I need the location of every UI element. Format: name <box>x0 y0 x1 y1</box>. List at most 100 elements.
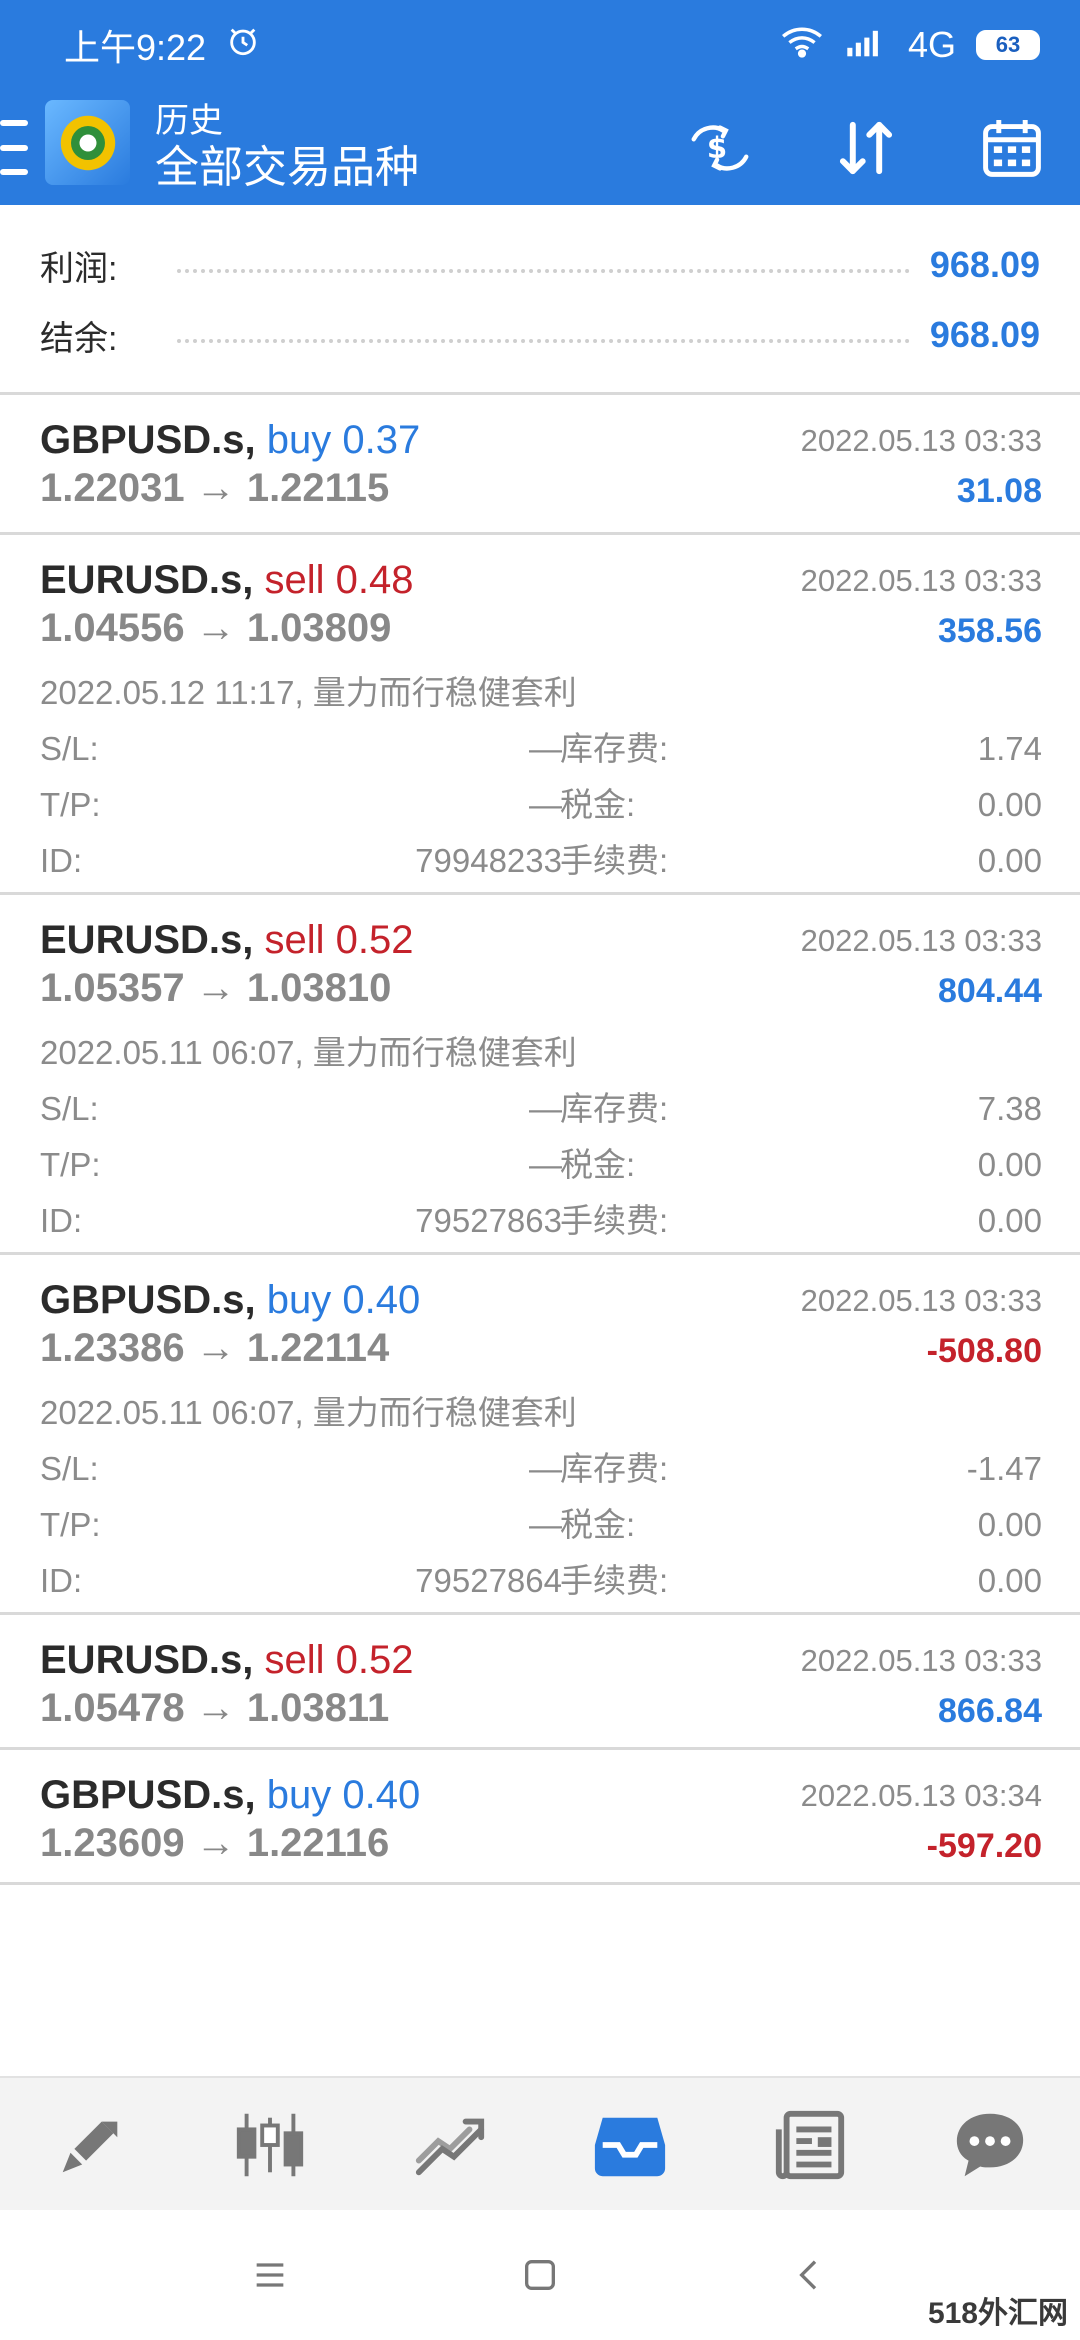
home-square-icon[interactable] <box>510 2245 570 2305</box>
trade-close-time: 2022.05.13 03:34 <box>800 1778 1042 1813</box>
trade-prices: 1.23386 → 1.22114 <box>40 1326 390 1370</box>
trade-volume: 0.40 <box>342 1278 421 1322</box>
battery-indicator: 63 <box>976 30 1040 60</box>
trade-side: buy <box>266 418 332 462</box>
tax-label: 税金: <box>560 786 636 823</box>
trade-symbol: GBPUSD.s, <box>40 418 256 462</box>
tp-value: — <box>529 1146 562 1183</box>
swap-label: 库存费: <box>560 730 669 767</box>
menu-lines-icon[interactable] <box>240 2245 300 2305</box>
trade-symbol: GBPUSD.s, <box>40 1278 256 1322</box>
trade-symbol: GBPUSD.s, <box>40 1773 256 1817</box>
trade-details: 2022.05.11 06:07, 量力而行稳健套利 S/L: — 库存费: -… <box>40 1385 1042 1609</box>
trade-close-time: 2022.05.13 03:33 <box>800 1643 1042 1678</box>
app-subtitle: 历史 <box>155 101 223 140</box>
app-title-block: 历史 全部交易品种 <box>155 90 419 205</box>
swap-label: 库存费: <box>560 1450 669 1487</box>
quotes-icon[interactable] <box>30 2095 150 2195</box>
trade-row-expanded[interactable]: EURUSD.s, sell 0.48 1.04556 → 1.03809 20… <box>0 535 1080 895</box>
trade-volume: 0.48 <box>335 558 414 602</box>
wifi-icon <box>780 24 824 67</box>
sl-label: S/L: <box>40 1450 99 1487</box>
profit-value: 968.09 <box>929 244 1040 285</box>
bottom-navigation <box>0 2076 1080 2212</box>
svg-text:$: $ <box>707 131 727 165</box>
watermark: 518外汇网 <box>921 2286 1074 2334</box>
trade-side: sell <box>264 558 325 602</box>
sl-label: S/L: <box>40 1090 99 1127</box>
trade-prices: 1.23609 → 1.22116 <box>40 1821 390 1865</box>
trade-row[interactable]: EURUSD.s, sell 0.52 1.05478 → 1.03811 20… <box>0 1615 1080 1750</box>
fee-label: 手续费: <box>560 842 669 879</box>
alarm-icon <box>226 24 260 67</box>
signal-icon <box>844 24 888 67</box>
network-type: 4G <box>907 24 956 65</box>
sl-value: — <box>529 1450 562 1487</box>
summary-profit-row: 利润: 968.09 <box>40 230 1040 300</box>
swap-value: -1.47 <box>966 1450 1042 1487</box>
trade-row-expanded[interactable]: EURUSD.s, sell 0.52 1.05357 → 1.03810 20… <box>0 895 1080 1255</box>
menu-icon[interactable] <box>0 120 28 175</box>
history-icon[interactable] <box>570 2095 690 2195</box>
trade-close-time: 2022.05.13 03:33 <box>800 563 1042 598</box>
trade-prices: 1.05478 → 1.03811 <box>40 1686 390 1730</box>
sl-value: — <box>529 1090 562 1127</box>
trade-profit: 804.44 <box>938 972 1042 1010</box>
id-label: ID: <box>40 1562 83 1599</box>
tax-label: 税金: <box>560 1506 636 1543</box>
news-icon[interactable] <box>750 2095 870 2195</box>
tp-value: — <box>529 1506 562 1543</box>
trade-close-time: 2022.05.13 03:33 <box>800 423 1042 458</box>
trade-volume: 0.52 <box>335 918 414 962</box>
summary-panel: 利润: 968.09 结余: 968.09 <box>0 205 1080 395</box>
app-logo-icon <box>45 100 130 185</box>
balance-label: 结余: <box>40 319 118 358</box>
chat-icon[interactable] <box>930 2095 1050 2195</box>
trade-symbol: EURUSD.s, <box>40 558 254 602</box>
tax-label: 税金: <box>560 1146 636 1183</box>
trade-profit: 358.56 <box>938 612 1042 650</box>
trade-side: buy <box>266 1278 332 1322</box>
currency-exchange-icon[interactable]: $ <box>682 110 758 186</box>
id-value: 79527864 <box>415 1562 562 1599</box>
trade-row[interactable]: GBPUSD.s, buy 0.40 1.23609 → 1.22116 202… <box>0 1750 1080 1885</box>
id-value: 79527863 <box>415 1202 562 1239</box>
tp-label: T/P: <box>40 1146 101 1183</box>
summary-balance-row: 结余: 968.09 <box>40 300 1040 370</box>
fee-label: 手续费: <box>560 1562 669 1599</box>
trade-volume: 0.52 <box>335 1638 414 1682</box>
swap-label: 库存费: <box>560 1090 669 1127</box>
sort-icon[interactable] <box>828 110 904 186</box>
tp-value: — <box>529 786 562 823</box>
id-value: 79948233 <box>415 842 562 879</box>
trade-prices: 1.05357 → 1.03810 <box>40 966 392 1010</box>
fee-value: 0.00 <box>977 1562 1042 1599</box>
swap-value: 1.74 <box>977 730 1042 767</box>
calendar-icon[interactable] <box>974 110 1050 186</box>
trade-side: sell <box>264 918 325 962</box>
trade-close-time: 2022.05.13 03:33 <box>800 1283 1042 1318</box>
app-screen: 上午9:22 4G 63 历史 全部交易品种 $ 利润: 968.09 结余: … <box>0 0 1080 2340</box>
trade-profit: -597.20 <box>926 1827 1042 1865</box>
tax-value: 0.00 <box>977 786 1042 823</box>
trade-row-expanded[interactable]: GBPUSD.s, buy 0.40 1.23386 → 1.22114 202… <box>0 1255 1080 1615</box>
trade-profit: 866.84 <box>938 1692 1042 1730</box>
trade-row[interactable]: GBPUSD.s, buy 0.37 1.22031 → 1.22115 202… <box>0 395 1080 535</box>
trade-prices: 1.04556 → 1.03809 <box>40 606 392 650</box>
trade-side: buy <box>266 1773 332 1817</box>
chart-candles-icon[interactable] <box>210 2095 330 2195</box>
back-chevron-icon[interactable] <box>780 2245 840 2305</box>
sl-label: S/L: <box>40 730 99 767</box>
top-bar: 上午9:22 4G 63 历史 全部交易品种 $ <box>0 0 1080 205</box>
trade-profit: 31.08 <box>956 472 1042 510</box>
fee-value: 0.00 <box>977 842 1042 879</box>
sl-value: — <box>529 730 562 767</box>
app-title[interactable]: 全部交易品种 <box>155 141 419 195</box>
fee-value: 0.00 <box>977 1202 1042 1239</box>
id-label: ID: <box>40 1202 83 1239</box>
trade-open-info: 2022.05.12 11:17, 量力而行稳健套利 <box>40 674 577 711</box>
trade-side: sell <box>264 1638 325 1682</box>
trade-icon[interactable] <box>390 2095 510 2195</box>
status-bar: 上午9:22 4G 63 <box>0 0 1080 90</box>
trade-details: 2022.05.11 06:07, 量力而行稳健套利 S/L: — 库存费: 7… <box>40 1025 1042 1249</box>
